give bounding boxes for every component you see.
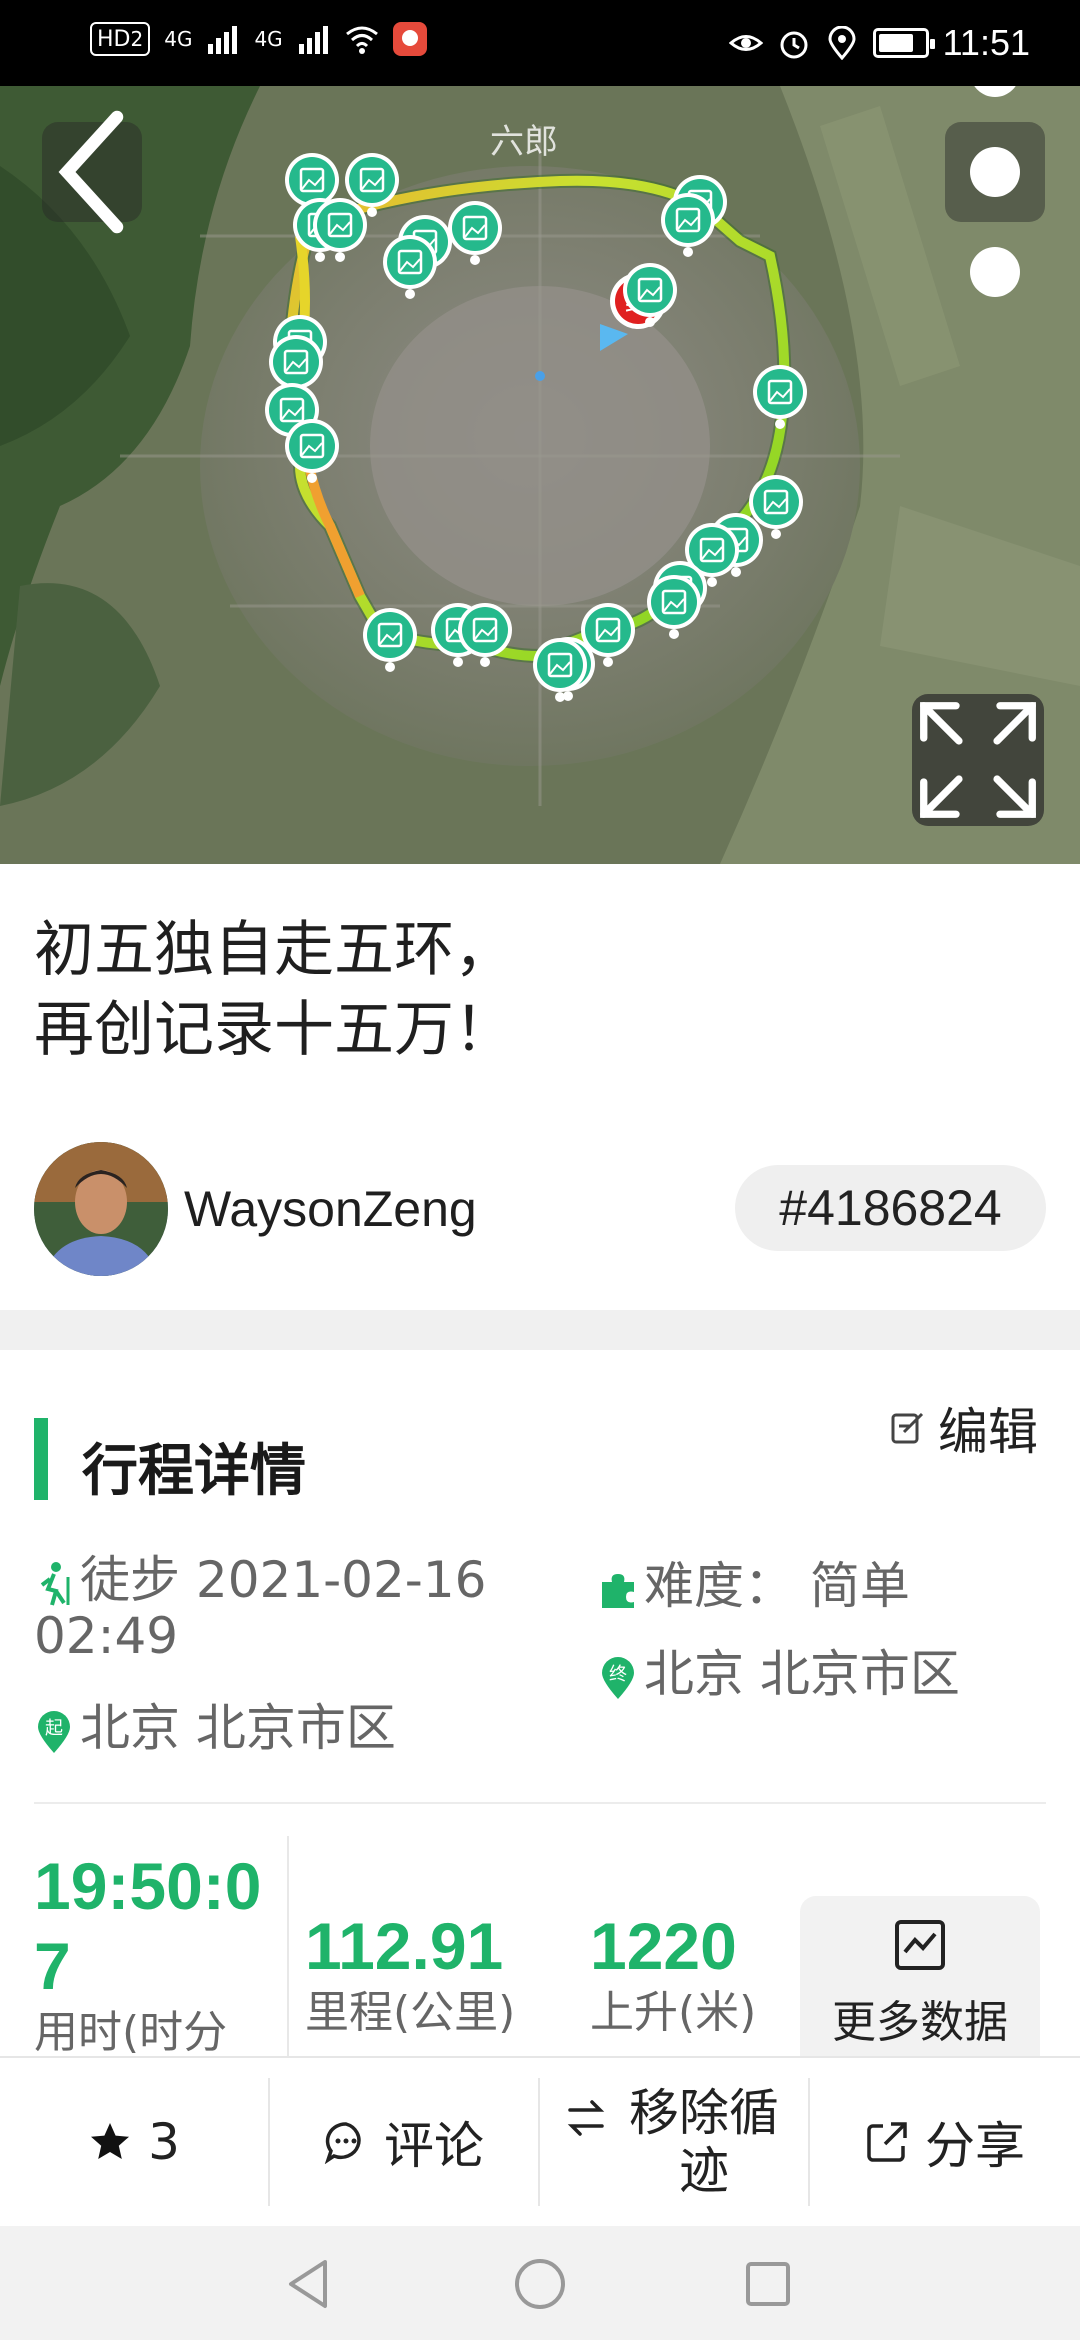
end-location-text: 北京 北京市区	[644, 1645, 960, 1703]
svg-text:起: 起	[45, 1718, 63, 1739]
signal-icon	[208, 26, 238, 54]
distance-label: 里程(公里)	[305, 1987, 516, 2038]
nav-recents-button[interactable]	[738, 2254, 798, 2314]
eye-icon	[728, 35, 763, 51]
share-button[interactable]: 分享	[810, 2058, 1080, 2226]
comment-icon	[324, 2122, 361, 2164]
trip-title: 初五独自走五环， 再创记录十五万！	[34, 915, 514, 1065]
network-type-1: 4G	[164, 27, 193, 51]
route-map[interactable]: 终 六郎	[0, 86, 1080, 864]
app-notification-icon	[392, 22, 427, 56]
start-location-text: 北京 北京市区	[80, 1699, 396, 1757]
section-divider	[0, 1310, 1080, 1350]
activity-info: 徒步 2021-02-16 02:49	[34, 1552, 574, 1664]
share-label: 分享	[925, 2117, 1025, 2175]
remove-track-button[interactable]: 移除循迹	[540, 2058, 808, 2226]
edit-button[interactable]: 编辑	[890, 1392, 1038, 1464]
alarm-icon	[780, 31, 808, 59]
square-recents-icon	[746, 2262, 790, 2306]
battery-icon	[872, 28, 935, 58]
chevron-left-icon	[58, 110, 124, 234]
edit-label: 编辑	[938, 1403, 1038, 1461]
ascent-label: 上升(米)	[590, 1987, 757, 2038]
avatar-image	[34, 1142, 168, 1276]
section-title: 行程详情	[82, 1439, 306, 1504]
duration-value: 19:50:07	[34, 1849, 262, 2003]
action-bar: 3 评论 移除循迹 分享	[0, 2056, 1080, 2226]
status-right: 11:51	[728, 22, 1030, 64]
comment-label: 评论	[384, 2117, 484, 2175]
distance-stat: 112.91 里程(公里)	[305, 1906, 535, 2056]
system-nav-bar	[0, 2226, 1080, 2340]
comment-button[interactable]: 评论	[270, 2058, 538, 2226]
start-pin-icon: 起	[38, 1710, 70, 1753]
chart-icon	[895, 1920, 945, 1970]
triangle-back-icon	[289, 2260, 327, 2308]
duration-stat: 19:50:07 用时(时分	[34, 1846, 284, 2056]
more-data-button[interactable]: 更多数据	[800, 1896, 1040, 2056]
more-data-label: 更多数据	[832, 1997, 1008, 2048]
star-button[interactable]: 3	[0, 2058, 268, 2226]
section-accent-bar	[34, 1418, 48, 1500]
circle-home-icon	[515, 2259, 565, 2309]
ascent-stat: 1220 上升(米)	[590, 1906, 790, 2056]
fullscreen-button[interactable]	[912, 694, 1044, 826]
hd-indicator: HD2	[90, 22, 151, 56]
hiking-icon	[40, 1561, 70, 1606]
author-name[interactable]: WaysonZeng	[184, 1180, 477, 1238]
status-left: HD2 4G 4G	[90, 22, 427, 56]
difficulty-text: 难度： 简单	[644, 1557, 910, 1615]
signal-icon-2	[298, 26, 328, 54]
trip-id-badge: #4186824	[735, 1165, 1046, 1251]
edit-icon	[891, 1412, 924, 1444]
map-place-label: 六郎	[490, 122, 558, 162]
distance-value: 112.91	[305, 1909, 504, 1983]
details-divider	[34, 1802, 1046, 1804]
nav-back-button[interactable]	[278, 2254, 338, 2314]
swap-icon	[567, 2100, 605, 2136]
star-icon	[91, 2123, 130, 2159]
start-location: 起 北京 北京市区	[34, 1700, 396, 1756]
more-options-button[interactable]	[945, 86, 1045, 297]
nav-home-button[interactable]	[510, 2254, 570, 2314]
status-time: 11:51	[942, 22, 1030, 63]
star-count: 3	[148, 2113, 180, 2171]
ascent-value: 1220	[590, 1909, 737, 1983]
puzzle-icon	[602, 1573, 634, 1608]
activity-text: 徒步 2021-02-16 02:49	[34, 1551, 487, 1665]
end-pin-icon: 终	[602, 1656, 634, 1699]
remove-track-label: 移除循迹	[629, 2084, 779, 2200]
network-type-2: 4G	[254, 27, 283, 51]
status-bar: HD2 4G 4G 11:51	[0, 0, 1080, 86]
svg-text:终: 终	[609, 1664, 627, 1685]
end-location: 终 北京 北京市区	[598, 1646, 960, 1702]
wifi-icon	[345, 26, 378, 54]
expand-icon	[920, 702, 1036, 818]
stat-separator	[287, 1836, 289, 2056]
share-icon	[867, 2122, 907, 2162]
duration-label: 用时(时分	[34, 2007, 228, 2056]
difficulty-info: 难度： 简单	[598, 1558, 910, 1614]
avatar[interactable]	[34, 1142, 168, 1276]
location-icon	[828, 26, 856, 60]
back-button[interactable]	[42, 110, 142, 234]
